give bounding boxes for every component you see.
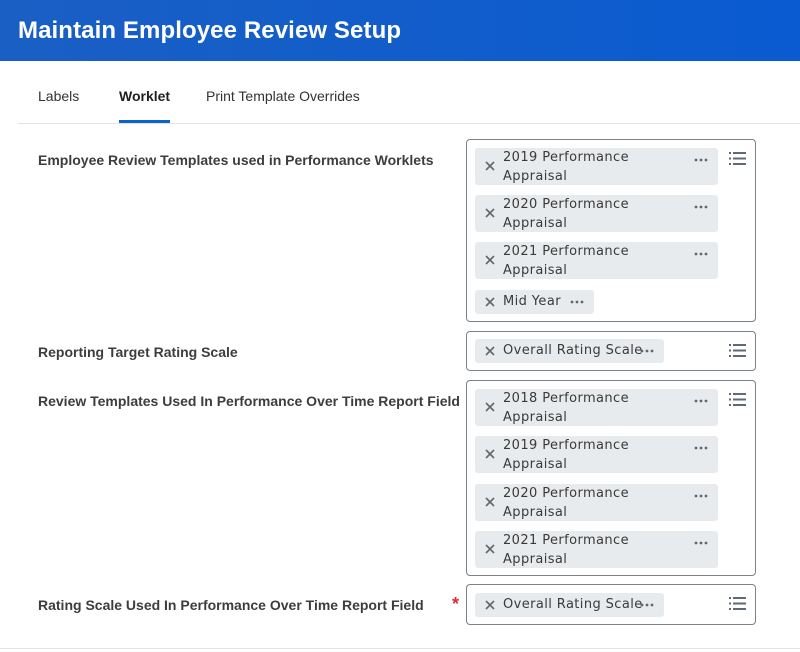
selected-item-2018-performance-appraisal[interactable]: 2018 Performance Appraisal (475, 389, 718, 426)
review-templates-label: Employee Review Templates used in Perfor… (38, 152, 434, 168)
close-icon[interactable] (484, 254, 496, 266)
required-marker: * (452, 594, 460, 614)
more-options-icon[interactable] (694, 541, 708, 545)
report-templates-label: Review Templates Used In Performance Ove… (38, 393, 460, 409)
item-text-line: Overall Rating Scale (503, 597, 643, 612)
item-text-line: 2020 Performance (503, 486, 629, 501)
list-prompt-icon[interactable] (729, 393, 746, 406)
item-text-line: Appraisal (503, 216, 568, 231)
close-icon[interactable] (484, 296, 496, 308)
selected-item-2021-performance-appraisal[interactable]: 2021 Performance Appraisal (475, 531, 718, 568)
item-text-line: Overall Rating Scale (503, 343, 643, 358)
close-icon[interactable] (484, 543, 496, 555)
selected-item-2021-performance-appraisal[interactable]: 2021 Performance Appraisal (475, 242, 718, 279)
close-icon[interactable] (484, 207, 496, 219)
selected-item-overall-rating-scale[interactable]: Overall Rating Scale (475, 339, 664, 363)
selected-item-2020-performance-appraisal[interactable]: 2020 Performance Appraisal (475, 195, 718, 232)
item-text-line: Appraisal (503, 410, 568, 425)
more-options-icon[interactable] (694, 446, 708, 450)
item-text-line: Appraisal (503, 263, 568, 278)
tab-worklet[interactable]: Worklet (119, 61, 171, 123)
close-icon[interactable] (484, 496, 496, 508)
item-text-line: Appraisal (503, 552, 568, 567)
more-options-icon[interactable] (640, 349, 654, 353)
more-options-icon[interactable] (694, 494, 708, 498)
more-options-icon[interactable] (694, 252, 708, 256)
list-prompt-icon[interactable] (729, 597, 746, 610)
selected-item-overall-rating-scale[interactable]: Overall Rating Scale (475, 593, 664, 617)
more-options-icon[interactable] (640, 603, 654, 607)
more-options-icon[interactable] (694, 158, 708, 162)
page-header: Maintain Employee Review Setup (0, 0, 800, 61)
close-icon[interactable] (484, 401, 496, 413)
list-prompt-icon[interactable] (729, 152, 746, 165)
item-text-line: 2020 Performance (503, 197, 629, 212)
item-text-line: Mid Year (503, 294, 561, 309)
tab-labels[interactable]: Labels (38, 61, 79, 123)
more-options-icon[interactable] (694, 205, 708, 209)
selected-item-2019-performance-appraisal[interactable]: 2019 Performance Appraisal (475, 148, 718, 185)
item-text-line: Appraisal (503, 169, 568, 184)
target-rating-scale-field[interactable]: Overall Rating Scale (466, 331, 756, 371)
close-icon[interactable] (484, 448, 496, 460)
more-options-icon[interactable] (570, 300, 584, 304)
report-templates-field[interactable]: 2018 Performance Appraisal 2019 Performa… (466, 380, 756, 576)
report-rating-scale-label: Rating Scale Used In Performance Over Ti… (38, 597, 424, 613)
tab-bar: Labels Worklet Print Template Overrides (18, 61, 800, 124)
item-text-line: 2021 Performance (503, 244, 629, 259)
item-text-line: Appraisal (503, 457, 568, 472)
report-rating-scale-field[interactable]: Overall Rating Scale (466, 584, 756, 625)
item-text-line: 2019 Performance (503, 150, 629, 165)
item-text-line: 2021 Performance (503, 533, 629, 548)
target-rating-scale-label: Reporting Target Rating Scale (38, 344, 238, 360)
close-icon[interactable] (484, 345, 496, 357)
more-options-icon[interactable] (694, 399, 708, 403)
list-prompt-icon[interactable] (729, 344, 746, 357)
item-text-line: Appraisal (503, 505, 568, 520)
review-templates-field[interactable]: 2019 Performance Appraisal 2020 Performa… (466, 139, 756, 322)
close-icon[interactable] (484, 160, 496, 172)
selected-item-mid-year[interactable]: Mid Year (475, 290, 594, 314)
item-text-line: 2018 Performance (503, 391, 629, 406)
page-title: Maintain Employee Review Setup (18, 16, 402, 44)
divider (0, 648, 800, 649)
selected-item-2019-performance-appraisal[interactable]: 2019 Performance Appraisal (475, 436, 718, 473)
close-icon[interactable] (484, 599, 496, 611)
item-text-line: 2019 Performance (503, 438, 629, 453)
tab-print-template-overrides[interactable]: Print Template Overrides (206, 61, 360, 123)
selected-item-2020-performance-appraisal[interactable]: 2020 Performance Appraisal (475, 484, 718, 521)
